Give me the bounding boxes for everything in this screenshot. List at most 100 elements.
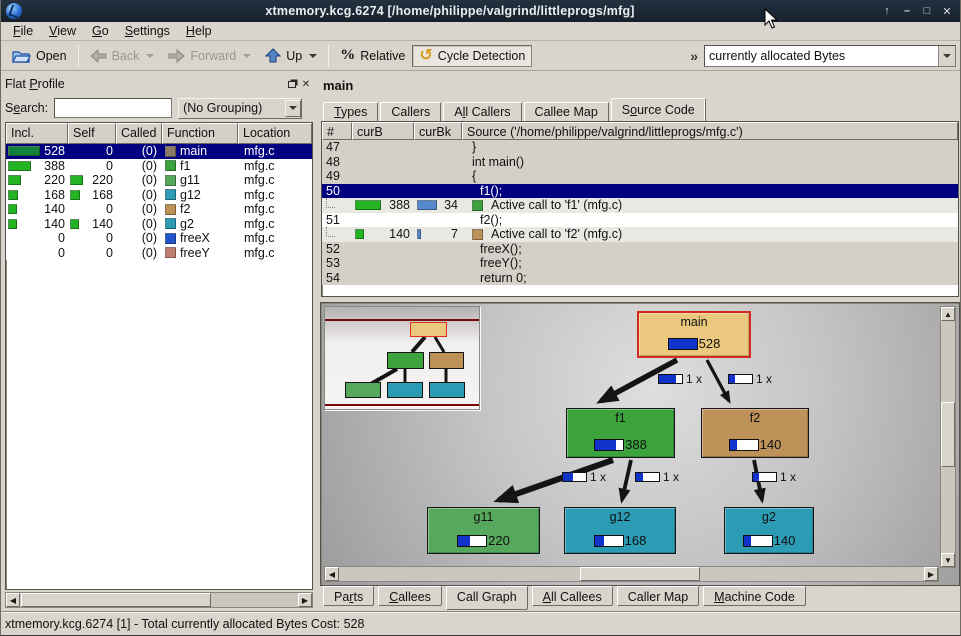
graph-node-f2[interactable]: f2 140 bbox=[701, 408, 809, 458]
event-type-select[interactable]: currently allocated Bytes bbox=[704, 45, 956, 67]
function-row[interactable]: 528 0 (0) main mfg.c bbox=[6, 144, 312, 159]
scrollbar-thumb[interactable] bbox=[941, 402, 955, 467]
maximize-button[interactable]: □ bbox=[918, 3, 936, 19]
edge-label-f1-g11[interactable]: 1 x bbox=[562, 471, 606, 483]
minimap-node-f1 bbox=[387, 352, 424, 369]
flat-profile-table: Incl. Self Called Function Location 528 … bbox=[5, 122, 313, 590]
menu-item-help[interactable]: Help bbox=[178, 23, 220, 39]
up-button[interactable]: Up bbox=[258, 44, 324, 67]
edge-label-f1-g12[interactable]: 1 x bbox=[635, 471, 679, 483]
source-row[interactable]: 50 f1(); bbox=[322, 184, 958, 199]
column-header-line[interactable]: # bbox=[322, 122, 352, 140]
column-header-function[interactable]: Function bbox=[162, 123, 238, 144]
minimap-viewport-line-top bbox=[325, 319, 479, 321]
function-row[interactable]: 0 0 (0) freeX mfg.c bbox=[6, 231, 312, 246]
node-cost-bar bbox=[743, 535, 773, 547]
source-row[interactable]: 48 int main() bbox=[322, 155, 958, 170]
column-header-self[interactable]: Self bbox=[68, 123, 116, 144]
curbk-cell bbox=[414, 242, 462, 257]
tab-parts[interactable]: Parts bbox=[323, 586, 374, 606]
forward-dropdown-arrow[interactable] bbox=[243, 54, 251, 58]
tab-caller-map[interactable]: Caller Map bbox=[617, 586, 699, 606]
graph-horizontal-scrollbar[interactable]: ◀ ▶ bbox=[324, 566, 939, 582]
graph-node-main[interactable]: main 528 bbox=[637, 311, 751, 358]
call-graph-panel[interactable]: main 528 f1 388 f2 140 g11 220 g12 168 g… bbox=[320, 302, 960, 586]
search-row: Search: (No Grouping) bbox=[5, 96, 313, 120]
source-row[interactable]: 49 { bbox=[322, 169, 958, 184]
scrollbar-thumb[interactable] bbox=[21, 593, 211, 607]
column-header-location[interactable]: Location bbox=[238, 123, 312, 144]
relative-button[interactable]: % Relative bbox=[333, 43, 412, 68]
flat-profile-horizontal-scrollbar[interactable]: ◀ ▶ bbox=[5, 592, 313, 608]
tab-machine-code[interactable]: Machine Code bbox=[703, 586, 806, 606]
edge-label-main-f2[interactable]: 1 x bbox=[728, 373, 772, 385]
scroll-right-button[interactable]: ▶ bbox=[924, 567, 938, 581]
tab-callees[interactable]: Callees bbox=[378, 586, 442, 606]
back-button[interactable]: Back bbox=[83, 45, 162, 67]
graph-vertical-scrollbar[interactable]: ▲ ▼ bbox=[940, 306, 956, 568]
edge-label-main-f1[interactable]: 1 x bbox=[658, 373, 702, 385]
back-dropdown-arrow[interactable] bbox=[146, 54, 154, 58]
graph-node-g12[interactable]: g12 168 bbox=[564, 507, 676, 554]
edge-label-f2-g2[interactable]: 1 x bbox=[752, 471, 796, 483]
menu-item-go[interactable]: Go bbox=[84, 23, 117, 39]
window-titlebar[interactable]: xtmemory.kcg.6274 [/home/philippe/valgri… bbox=[1, 0, 961, 22]
function-row[interactable]: 140 140 (0) g2 mfg.c bbox=[6, 217, 312, 232]
menu-item-view[interactable]: View bbox=[41, 23, 84, 39]
column-header-curbk[interactable]: curBk bbox=[414, 122, 462, 140]
tab-all-callees[interactable]: All Callees bbox=[532, 586, 613, 606]
source-row[interactable]: 52 freeX(); bbox=[322, 242, 958, 257]
close-button[interactable]: ✕ bbox=[938, 3, 956, 19]
function-row[interactable]: 168 168 (0) g12 mfg.c bbox=[6, 188, 312, 203]
scrollbar-thumb[interactable] bbox=[580, 567, 700, 581]
toolbar-overflow-chevron[interactable]: » bbox=[684, 48, 704, 64]
column-header-called[interactable]: Called bbox=[116, 123, 162, 144]
scroll-left-button[interactable]: ◀ bbox=[6, 593, 20, 607]
open-button[interactable]: Open bbox=[5, 44, 74, 68]
dock-close-button[interactable]: ✕ bbox=[299, 78, 313, 91]
source-row[interactable]: 54 return 0; bbox=[322, 271, 958, 286]
graph-node-f1[interactable]: f1 388 bbox=[566, 408, 675, 458]
tab-call-graph[interactable]: Call Graph bbox=[446, 586, 528, 610]
event-type-dropdown-button[interactable] bbox=[938, 46, 955, 66]
column-header-source[interactable]: Source ('/home/philippe/valgrind/littlep… bbox=[462, 122, 958, 140]
incl-cell: 0 bbox=[6, 231, 68, 245]
cycle-detection-button[interactable]: ↺ Cycle Detection bbox=[412, 45, 532, 67]
dock-float-button[interactable] bbox=[285, 78, 299, 91]
tab-callee-map[interactable]: Callee Map bbox=[524, 102, 609, 121]
minimize-button[interactable]: – bbox=[898, 3, 916, 19]
function-row[interactable]: 0 0 (0) freeY mfg.c bbox=[6, 246, 312, 261]
source-row[interactable]: 53 freeY(); bbox=[322, 256, 958, 271]
search-input[interactable] bbox=[54, 98, 172, 118]
tab-source-code[interactable]: Source Code bbox=[611, 98, 706, 121]
scroll-up-button[interactable]: ▲ bbox=[941, 307, 955, 321]
source-row[interactable]: 140 7 Active call to 'f2' (mfg.c) bbox=[322, 227, 958, 242]
shade-button[interactable]: ↑ bbox=[878, 3, 896, 19]
graph-overview-minimap[interactable] bbox=[324, 306, 480, 410]
menu-item-file[interactable]: File bbox=[5, 23, 41, 39]
self-cost-bar bbox=[70, 219, 102, 229]
graph-node-g11[interactable]: g11 220 bbox=[427, 507, 540, 554]
scroll-down-button[interactable]: ▼ bbox=[941, 553, 955, 567]
tab-all-callers[interactable]: All Callers bbox=[443, 102, 521, 121]
tab-callers[interactable]: Callers bbox=[380, 102, 441, 121]
graph-node-g2[interactable]: g2 140 bbox=[724, 507, 814, 554]
scroll-left-button[interactable]: ◀ bbox=[325, 567, 339, 581]
function-row[interactable]: 140 0 (0) f2 mfg.c bbox=[6, 202, 312, 217]
source-row[interactable]: 51 f2(); bbox=[322, 213, 958, 228]
grouping-dropdown-button[interactable] bbox=[285, 100, 301, 117]
function-row[interactable]: 220 220 (0) g11 mfg.c bbox=[6, 173, 312, 188]
grouping-select[interactable]: (No Grouping) bbox=[178, 98, 302, 119]
function-cell: f1 bbox=[162, 159, 238, 173]
source-row[interactable]: 388 34 Active call to 'f1' (mfg.c) bbox=[322, 198, 958, 213]
function-color-icon bbox=[165, 218, 176, 229]
tab-types[interactable]: Types bbox=[323, 102, 378, 121]
scroll-right-button[interactable]: ▶ bbox=[298, 593, 312, 607]
column-header-incl[interactable]: Incl. bbox=[6, 123, 68, 144]
source-row[interactable]: 47 } bbox=[322, 140, 958, 155]
column-header-curb[interactable]: curB bbox=[352, 122, 414, 140]
up-dropdown-arrow[interactable] bbox=[309, 54, 317, 58]
function-row[interactable]: 388 0 (0) f1 mfg.c bbox=[6, 159, 312, 174]
menu-item-settings[interactable]: Settings bbox=[117, 23, 178, 39]
forward-button[interactable]: Forward bbox=[161, 45, 258, 67]
